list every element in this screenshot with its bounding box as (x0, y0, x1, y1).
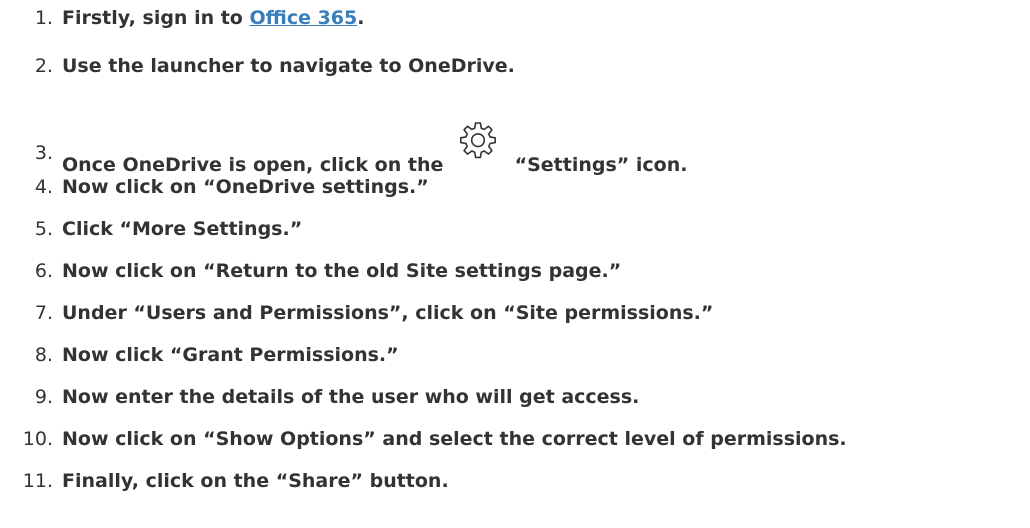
step-2: 2. Use the launcher to navigate to OneDr… (0, 51, 515, 81)
step-text: Now click on “OneDrive settings.” (62, 175, 429, 198)
step-1: 1. Firstly, sign in to Office 365. (0, 3, 365, 33)
step-number: 10. (22, 427, 53, 450)
step-6: 6. Now click on “Return to the old Site … (0, 256, 621, 286)
step-3: 3. Once OneDrive is open, click on the “… (0, 122, 687, 175)
step-text: Now click “Grant Permissions.” (62, 343, 399, 366)
step-text: Click “More Settings.” (62, 217, 303, 240)
step-text-after: . (357, 6, 365, 29)
step-text: Once OneDrive is open, click on the “Set… (62, 122, 688, 176)
step-number: 5. (34, 217, 53, 240)
step-4: 4. Now click on “OneDrive settings.” (0, 172, 429, 202)
step-number: 9. (34, 385, 53, 408)
step-text-after: “Settings” icon. (508, 154, 688, 176)
step-11: 11. Finally, click on the “Share” button… (0, 466, 449, 496)
step-10: 10. Now click on “Show Options” and sele… (0, 424, 847, 454)
step-7: 7. Under “Users and Permissions”, click … (0, 298, 714, 328)
step-number: 8. (34, 343, 53, 366)
step-text-before: Firstly, sign in to (62, 6, 250, 29)
gear-icon (458, 119, 498, 159)
step-text: Now enter the details of the user who wi… (62, 385, 640, 408)
step-text: Use the launcher to navigate to OneDrive… (62, 54, 515, 77)
step-text: Now click on “Show Options” and select t… (62, 427, 847, 450)
step-text: Now click on “Return to the old Site set… (62, 259, 622, 282)
step-text: Under “Users and Permissions”, click on … (62, 301, 714, 324)
step-5: 5. Click “More Settings.” (0, 214, 302, 244)
step-number: 7. (34, 301, 53, 324)
step-number: 11. (22, 469, 53, 492)
step-number: 2. (34, 54, 53, 77)
step-number: 1. (34, 6, 53, 29)
step-text: Firstly, sign in to Office 365. (62, 6, 365, 29)
step-number: 6. (34, 259, 53, 282)
step-8: 8. Now click “Grant Permissions.” (0, 340, 399, 370)
office-365-link[interactable]: Office 365 (249, 7, 357, 29)
step-9: 9. Now enter the details of the user who… (0, 382, 640, 412)
step-text: Finally, click on the “Share” button. (62, 469, 449, 492)
step-number: 3. (34, 141, 53, 164)
step-number: 4. (34, 175, 53, 198)
